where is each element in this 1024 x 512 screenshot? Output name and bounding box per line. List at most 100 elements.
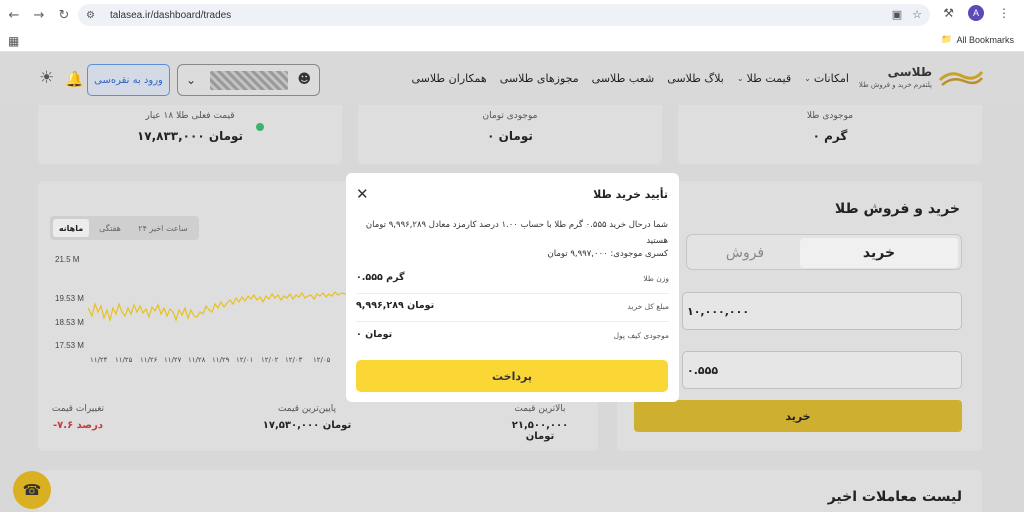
site-logo[interactable]: طلاسی پلتفرم خرید و فروش طلا	[859, 65, 984, 89]
toman-balance-card: موجودی تومان ۰ تومان	[358, 105, 662, 164]
recent-trades-title: لیست معاملات اخیر	[827, 489, 962, 505]
toman-balance-label: موجودی تومان	[482, 111, 538, 121]
nav-item-features[interactable]: امکانات ⌄	[804, 72, 849, 85]
y-tick: 19.53 M	[55, 294, 84, 303]
tab-weekly[interactable]: هفتگی	[92, 219, 128, 237]
modal-deduction: کسری موجودی: ۹,۹۹۷,۰۰۰ تومان	[547, 249, 669, 259]
modal-title: تأیید خرید طلا	[593, 188, 668, 201]
pay-button[interactable]: پرداخت	[356, 360, 668, 392]
price-line-chart	[88, 291, 346, 323]
close-icon[interactable]: ✕	[356, 185, 369, 203]
gold-balance-label: موجودی طلا	[806, 111, 854, 121]
profile-avatar[interactable]: A	[968, 5, 984, 21]
support-headset-icon[interactable]: ☎	[13, 471, 51, 509]
max-price-label: بالاترین قیمت	[514, 404, 566, 414]
x-tick: ۱۱/۲۴	[90, 356, 108, 364]
min-price-value: ۱۷,۵۳۰,۰۰۰ تومان	[262, 420, 352, 431]
tab-monthly[interactable]: ماهانه	[53, 219, 89, 237]
x-tick: ۱۱/۲۵	[115, 356, 133, 364]
y-tick: 21.5 M	[55, 255, 80, 264]
folder-icon: 📁	[941, 34, 953, 44]
all-bookmarks-button[interactable]: 📁 All Bookmarks	[941, 34, 1014, 45]
x-tick: ۱۲/۰۳	[285, 356, 303, 364]
bookmark-star-icon[interactable]: ☆	[912, 8, 922, 21]
info-row-wallet-balance: موجودی کیف پول ۰ تومان	[356, 323, 669, 351]
user-icon: ☻	[297, 72, 311, 87]
silver-login-button[interactable]: ورود به نقره‌سی	[87, 64, 170, 96]
site-info-icon[interactable]: ⚙	[86, 10, 102, 21]
browser-toolbar: ← → ↻ ⚙ talasea.ir/dashboard/trades ▣ ☆ …	[0, 0, 1024, 30]
nav-item-branches[interactable]: شعب طلاسی	[592, 72, 655, 85]
x-tick: ۱۲/۰۵	[313, 356, 331, 364]
user-account-dropdown[interactable]: ⌄ ☻	[177, 64, 320, 96]
x-tick: ۱۱/۲۶	[140, 356, 158, 364]
chevron-down-icon: ⌄	[804, 74, 811, 83]
forward-icon[interactable]: →	[28, 4, 50, 26]
amount-input[interactable]: ۱۰,۰۰۰,۰۰۰	[682, 292, 962, 330]
min-price-block: پایین‌ترین قیمت ۱۷,۵۳۰,۰۰۰ تومان	[262, 404, 352, 431]
nav-item-gold-price[interactable]: قیمت طلا ⌄	[737, 72, 791, 85]
url-text: talasea.ir/dashboard/trades	[110, 9, 232, 21]
gold-price-value: ۱۷,۸۳۳,۰۰۰ تومان	[136, 129, 244, 143]
logo-name: طلاسی	[887, 65, 932, 79]
nav-label: همکاران طلاسی	[411, 72, 487, 85]
extensions-icon[interactable]: ⚒	[943, 6, 954, 20]
apps-grid-icon[interactable]: ▦	[8, 34, 19, 48]
nav-label: شعب طلاسی	[591, 72, 655, 85]
modal-description: شما درحال خرید ۰.۵۵۵ گرم طلا با حساب ۱.۰…	[365, 220, 668, 246]
max-price-block: بالاترین قیمت ۲۱,۵۰۰,۰۰۰ تومان	[500, 404, 580, 442]
info-value: ۰.۵۵۵ گرم	[356, 272, 405, 283]
logo-wave-icon	[938, 71, 984, 86]
info-label: موجودی کیف پول	[613, 331, 669, 340]
reload-icon[interactable]: ↻	[53, 4, 75, 26]
back-icon[interactable]: ←	[3, 4, 25, 26]
x-tick: ۱۱/۲۸	[188, 356, 206, 364]
max-price-value: ۲۱,۵۰۰,۰۰۰ تومان	[511, 420, 569, 442]
info-label: وزن طلا	[643, 274, 669, 283]
x-tick: ۱۱/۲۷	[164, 356, 182, 364]
address-bar[interactable]: ⚙ talasea.ir/dashboard/trades ▣ ☆	[78, 4, 930, 26]
gold-price-label: قیمت فعلی طلا ۱۸ عیار	[145, 111, 235, 121]
info-row-total-price: مبلغ کل خرید ۹,۹۹۶,۲۸۹ تومان	[356, 294, 669, 322]
gold-balance-card: موجودی طلا ۰ گرم	[678, 105, 982, 164]
gold-price-card: قیمت فعلی طلا ۱۸ عیار ۱۷,۸۳۳,۰۰۰ تومان	[38, 105, 342, 164]
x-tick: ۱۲/۰۲	[261, 356, 279, 364]
weight-input[interactable]: ۰.۵۵۵	[682, 351, 962, 389]
main-nav: امکانات ⌄ قیمت طلا ⌄ بلاگ طلاسی شعب طلاس…	[411, 72, 849, 85]
tab-buy[interactable]: خرید	[800, 238, 958, 268]
trade-title: خرید و فروش طلا	[834, 201, 960, 217]
info-value: ۹,۹۹۶,۲۸۹ تومان	[356, 300, 435, 311]
tab-sell[interactable]: فروش	[690, 238, 800, 268]
nav-item-blog[interactable]: بلاگ طلاسی	[667, 72, 724, 85]
info-value: ۰ تومان	[356, 329, 393, 340]
theme-toggle-sun-icon[interactable]: ☀	[39, 68, 54, 88]
tab-24h[interactable]: ۲۴ ساعت اخیر	[130, 219, 196, 237]
nav-label: امکانات	[813, 72, 849, 85]
nav-label: مجوزهای طلاسی	[499, 72, 579, 85]
browser-menu-icon[interactable]: ⋮	[998, 6, 1010, 20]
chevron-down-icon: ⌄	[736, 74, 744, 83]
masked-username	[210, 71, 288, 90]
price-change-block: تغییرات قیمت -۷.۶ درصد	[48, 404, 108, 431]
install-icon[interactable]: ▣	[892, 8, 902, 21]
chart-period-tabs: ماهانه هفتگی ۲۴ ساعت اخیر	[50, 216, 199, 240]
nav-item-partners[interactable]: همکاران طلاسی	[411, 72, 486, 85]
y-tick: 17.53 M	[55, 341, 84, 350]
nav-label: بلاگ طلاسی	[667, 72, 724, 85]
y-tick: 18.53 M	[55, 318, 84, 327]
trade-tabs: خرید فروش	[686, 234, 962, 270]
min-price-label: پایین‌ترین قیمت	[277, 404, 337, 414]
live-status-dot	[256, 123, 264, 131]
price-change-label: تغییرات قیمت	[51, 404, 105, 414]
nav-label: قیمت طلا	[746, 72, 792, 85]
nav-item-licenses[interactable]: مجوزهای طلاسی	[500, 72, 579, 85]
price-series-line	[88, 291, 346, 323]
notification-bell-icon[interactable]: 🔔	[65, 70, 84, 88]
x-tick: ۱۲/۰۱	[236, 356, 254, 364]
buy-button[interactable]: خرید	[634, 400, 962, 432]
logo-subtitle: پلتفرم خرید و فروش طلا	[858, 81, 932, 89]
confirm-purchase-modal: تأیید خرید طلا ✕ شما درحال خرید ۰.۵۵۵ گر…	[346, 173, 679, 402]
all-bookmarks-label: All Bookmarks	[956, 34, 1014, 45]
gold-balance-value: ۰ گرم	[812, 129, 848, 143]
price-change-value: -۷.۶ درصد	[53, 420, 103, 431]
